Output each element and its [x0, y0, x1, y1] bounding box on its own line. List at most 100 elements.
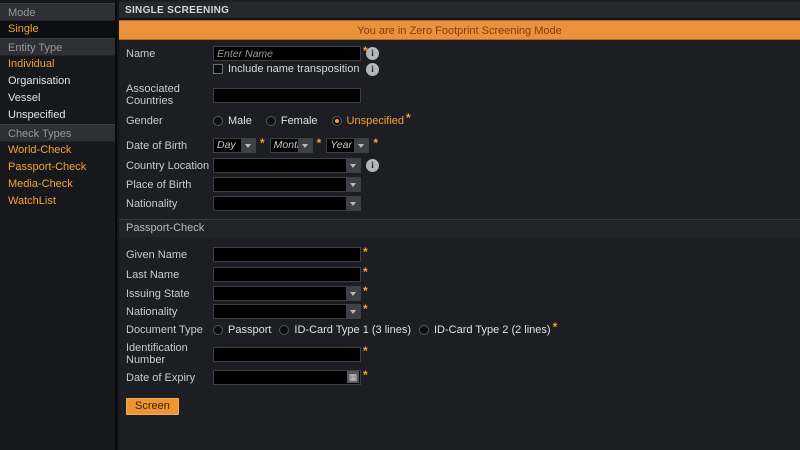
- date-of-expiry-label: Date of Expiry: [126, 372, 213, 384]
- sidebar-item-world-check[interactable]: World-Check: [0, 142, 115, 159]
- dob-year-value: Year: [330, 139, 352, 152]
- dob-day-value: Day: [217, 139, 236, 152]
- info-icon[interactable]: i: [366, 159, 379, 172]
- last-name-row: Last Name *: [126, 267, 800, 282]
- gender-row: Gender Male Female Unspecified *: [126, 114, 800, 128]
- passport-nationality-row: Nationality *: [126, 304, 800, 319]
- given-name-row: Given Name *: [126, 247, 800, 262]
- required-asterisk: *: [260, 136, 265, 150]
- transposition-label: Include name transposition: [228, 63, 359, 75]
- main-panel: SINGLE SCREENING You are in Zero Footpri…: [119, 0, 800, 450]
- chevron-down-icon[interactable]: [346, 178, 360, 191]
- identification-number-row: Identification Number *: [126, 342, 800, 366]
- nationality-label: Nationality: [126, 198, 213, 210]
- chevron-down-icon[interactable]: [298, 139, 312, 152]
- dob-label: Date of Birth: [126, 140, 213, 152]
- given-name-input[interactable]: [213, 247, 361, 262]
- issuing-state-label: Issuing State: [126, 288, 213, 300]
- place-of-birth-select[interactable]: [213, 177, 361, 192]
- sidebar-item-vessel[interactable]: Vessel: [0, 90, 115, 107]
- document-type-idcard2-radio[interactable]: [419, 325, 429, 335]
- gender-male-label: Male: [228, 115, 252, 127]
- required-asterisk: *: [406, 111, 411, 125]
- sidebar-item-unspecified[interactable]: Unspecified: [0, 107, 115, 124]
- chevron-down-icon[interactable]: [346, 287, 360, 300]
- issuing-state-select[interactable]: [213, 286, 361, 301]
- chevron-down-icon[interactable]: [346, 159, 360, 172]
- nationality-select[interactable]: [213, 196, 361, 211]
- last-name-input[interactable]: [213, 267, 361, 282]
- gender-unspecified-radio[interactable]: [332, 116, 342, 126]
- required-asterisk: *: [363, 302, 368, 316]
- required-asterisk: *: [317, 136, 322, 150]
- chevron-down-icon[interactable]: [354, 139, 368, 152]
- document-type-idcard1-radio[interactable]: [279, 325, 289, 335]
- given-name-label: Given Name: [126, 249, 213, 261]
- name-row: Name * i: [126, 46, 800, 61]
- calendar-icon[interactable]: ▦: [347, 371, 359, 383]
- country-location-select[interactable]: [213, 158, 361, 173]
- transposition-row: Include name transposition i: [126, 63, 800, 75]
- associated-countries-row: Associated Countries: [126, 83, 800, 107]
- sidebar-item-single[interactable]: Single: [0, 21, 115, 38]
- name-input[interactable]: [213, 46, 361, 61]
- last-name-label: Last Name: [126, 269, 213, 281]
- dob-row: Date of Birth Day * Month * Year *: [126, 138, 800, 153]
- passport-nationality-label: Nationality: [126, 306, 213, 318]
- issuing-state-row: Issuing State *: [126, 286, 800, 301]
- sidebar: Mode Single Entity Type Individual Organ…: [0, 0, 117, 450]
- chevron-down-icon[interactable]: [241, 139, 255, 152]
- dob-day-select[interactable]: Day: [213, 138, 256, 153]
- transposition-checkbox[interactable]: [213, 64, 223, 74]
- name-label: Name: [126, 48, 213, 60]
- associated-countries-label: Associated Countries: [126, 83, 213, 107]
- sidebar-item-organisation[interactable]: Organisation: [0, 73, 115, 90]
- place-of-birth-row: Place of Birth: [126, 177, 800, 192]
- nationality-row: Nationality: [126, 196, 800, 211]
- date-of-expiry-row: Date of Expiry ▦ *: [126, 370, 800, 385]
- passport-nationality-select[interactable]: [213, 304, 361, 319]
- associated-countries-input[interactable]: [213, 88, 361, 103]
- dob-month-select[interactable]: Month: [270, 138, 313, 153]
- required-asterisk: *: [363, 245, 368, 259]
- screening-form: Name * i Include name transposition i As…: [119, 40, 800, 415]
- identification-number-input[interactable]: [213, 347, 361, 362]
- info-icon[interactable]: i: [366, 47, 379, 60]
- required-asterisk: *: [363, 265, 368, 279]
- sidebar-section-check-types: Check Types: [0, 124, 115, 142]
- gender-female-label: Female: [281, 115, 318, 127]
- document-type-idcard1-label: ID-Card Type 1 (3 lines): [294, 324, 411, 336]
- sidebar-item-watchlist[interactable]: WatchList: [0, 193, 115, 210]
- required-asterisk: *: [363, 344, 368, 358]
- sidebar-item-individual[interactable]: Individual: [0, 56, 115, 73]
- country-location-label: Country Location: [126, 160, 213, 172]
- document-type-label: Document Type: [126, 324, 213, 336]
- identification-number-label: Identification Number: [126, 342, 213, 366]
- country-location-row: Country Location i: [126, 158, 800, 173]
- info-icon[interactable]: i: [366, 63, 379, 76]
- gender-label: Gender: [126, 115, 213, 127]
- chevron-down-icon[interactable]: [346, 197, 360, 210]
- gender-male-radio[interactable]: [213, 116, 223, 126]
- gender-female-radio[interactable]: [266, 116, 276, 126]
- chevron-down-icon[interactable]: [346, 305, 360, 318]
- gender-unspecified-label: Unspecified: [347, 115, 404, 127]
- document-type-row: Document Type Passport ID-Card Type 1 (3…: [126, 323, 800, 337]
- required-asterisk: *: [363, 284, 368, 298]
- screen-button[interactable]: Screen: [126, 398, 179, 415]
- document-type-passport-radio[interactable]: [213, 325, 223, 335]
- sidebar-section-entity-type: Entity Type: [0, 38, 115, 56]
- page-title: SINGLE SCREENING: [119, 2, 800, 20]
- document-type-idcard2-label: ID-Card Type 2 (2 lines): [434, 324, 551, 336]
- sidebar-item-passport-check[interactable]: Passport-Check: [0, 159, 115, 176]
- required-asterisk: *: [553, 320, 558, 334]
- date-of-expiry-input[interactable]: ▦: [213, 370, 361, 385]
- place-of-birth-label: Place of Birth: [126, 179, 213, 191]
- dob-year-select[interactable]: Year: [326, 138, 369, 153]
- document-type-passport-label: Passport: [228, 324, 271, 336]
- sidebar-section-mode: Mode: [0, 3, 115, 21]
- passport-check-section-header: Passport-Check: [119, 219, 800, 237]
- required-asterisk: *: [363, 368, 368, 382]
- sidebar-item-media-check[interactable]: Media-Check: [0, 176, 115, 193]
- required-asterisk: *: [373, 136, 378, 150]
